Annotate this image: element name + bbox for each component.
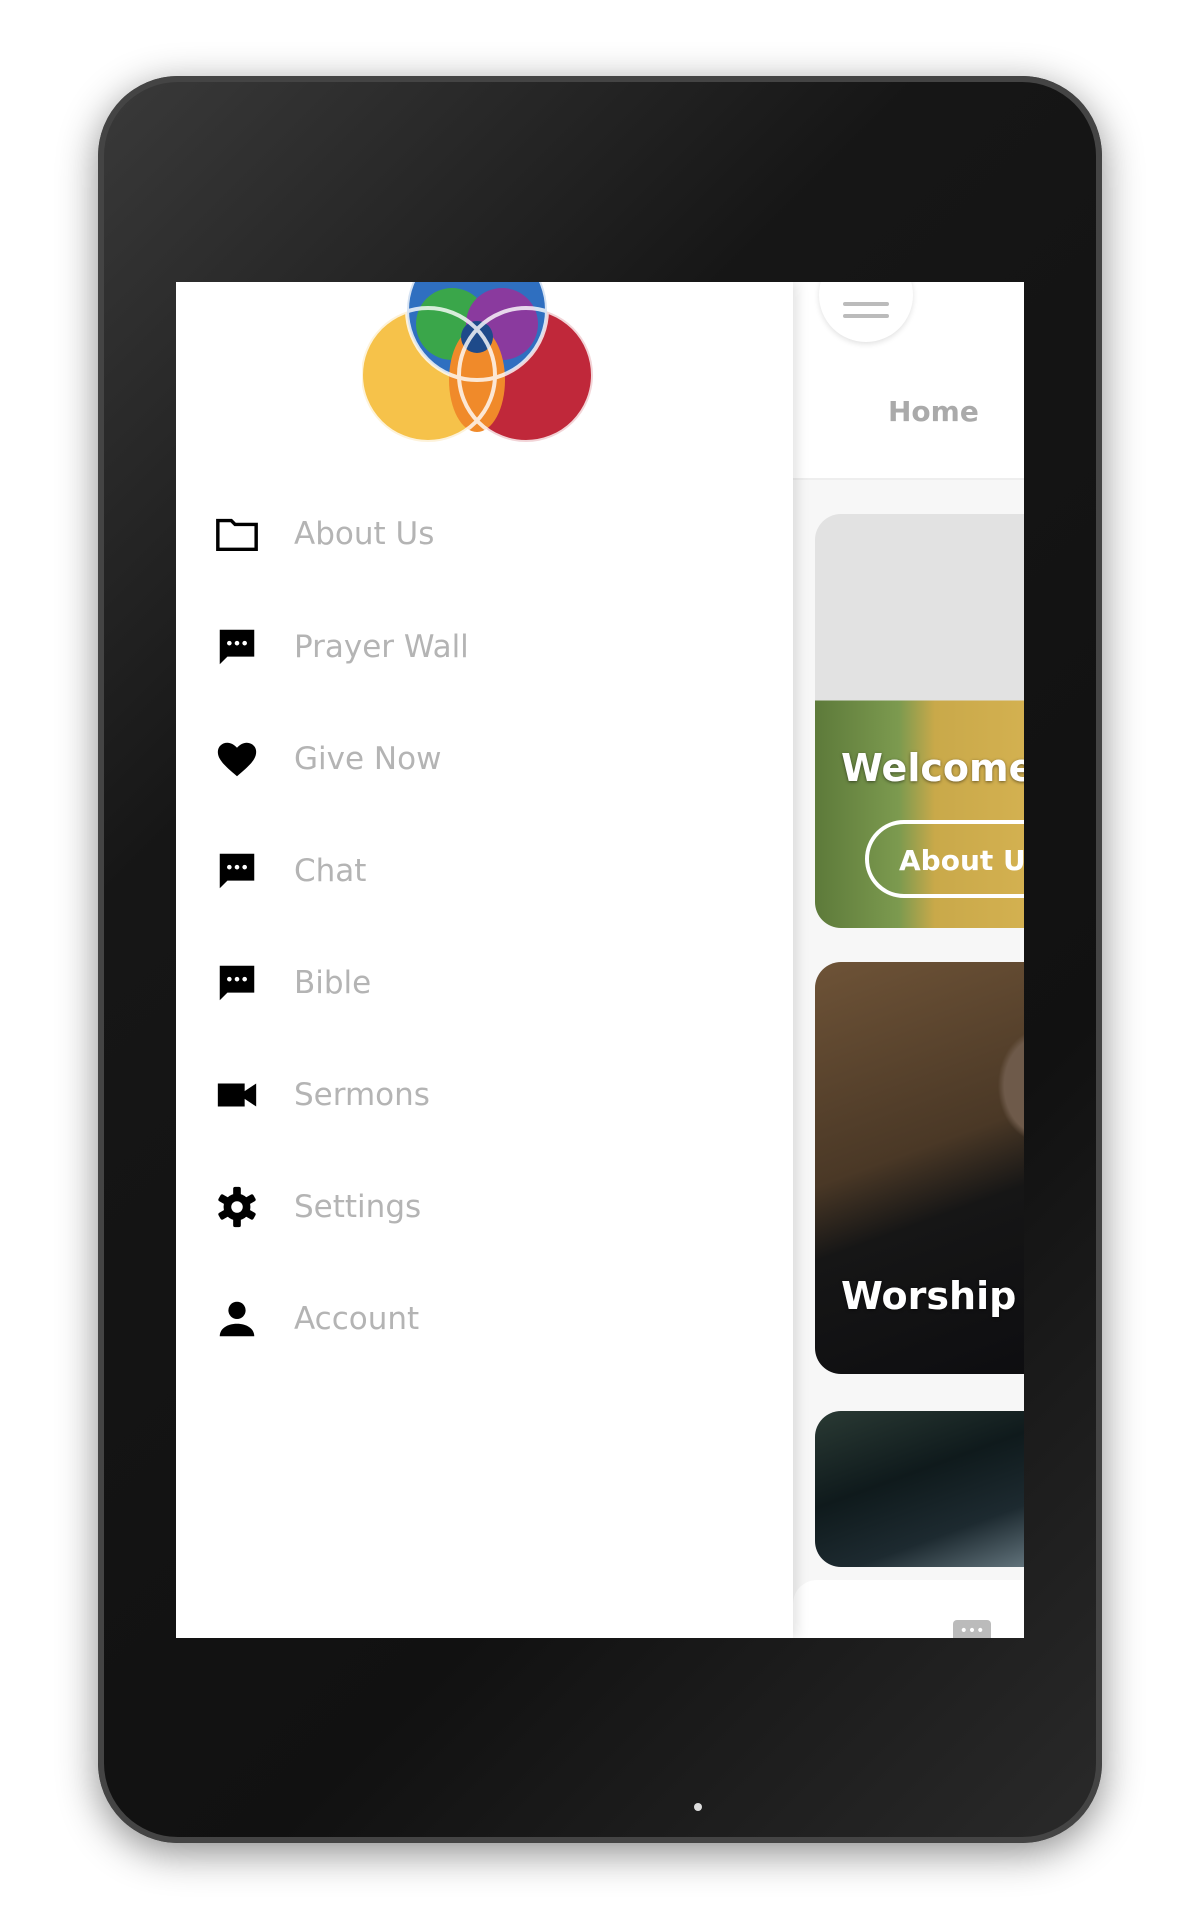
drawer-item-sermons[interactable]: Sermons [214, 1065, 754, 1125]
card-title: Worship [841, 1274, 1017, 1318]
drawer-item-account[interactable]: Account [214, 1289, 754, 1349]
about-us-button[interactable]: About Us [865, 820, 1024, 898]
welcome-card[interactable]: Welcome About Us [815, 514, 1024, 928]
video-camera-icon [217, 1083, 257, 1107]
folder-icon [216, 518, 258, 552]
worship-card[interactable]: Worship [815, 962, 1024, 1374]
drawer-item-label: Prayer Wall [294, 629, 469, 665]
chat-icon [219, 853, 255, 889]
navigation-drawer: About Us Prayer Wall Give Now Chat Bible… [176, 282, 793, 1638]
home-indicator [694, 1803, 702, 1811]
heart-icon [217, 742, 257, 777]
chat-icon [219, 629, 255, 665]
drawer-item-about-us[interactable]: About Us [214, 504, 754, 564]
bottom-bar: ••• [793, 1580, 1024, 1638]
chat-icon[interactable]: ••• [953, 1620, 991, 1638]
drawer-item-label: Account [294, 1301, 420, 1337]
menu-icon [843, 302, 889, 306]
drawer-item-prayer-wall[interactable]: Prayer Wall [214, 617, 754, 677]
drawer-item-label: Chat [294, 853, 367, 889]
person-icon [219, 1301, 255, 1337]
screen: Home Welcome About Us Worship ••• [176, 282, 1024, 1638]
menu-icon [843, 314, 889, 318]
app-bar: Home [793, 282, 1024, 480]
media-card[interactable] [815, 1411, 1024, 1567]
drawer-item-settings[interactable]: Settings [214, 1177, 754, 1237]
drawer-item-label: Bible [294, 965, 372, 1001]
menu-button[interactable] [819, 282, 913, 342]
drawer-item-bible[interactable]: Bible [214, 953, 754, 1013]
chat-icon [219, 965, 255, 1001]
drawer-item-label: Sermons [294, 1077, 430, 1113]
drawer-item-label: About Us [294, 516, 435, 552]
drawer-item-label: Give Now [294, 741, 442, 777]
church-logo [362, 282, 595, 444]
main-content: Home Welcome About Us Worship ••• [793, 282, 1024, 1638]
drawer-item-chat[interactable]: Chat [214, 841, 754, 901]
gear-icon [218, 1186, 256, 1228]
drawer-item-label: Settings [294, 1189, 422, 1225]
drawer-item-give-now[interactable]: Give Now [214, 729, 754, 789]
card-title: Welcome [841, 746, 1024, 790]
page-title: Home [888, 395, 979, 428]
